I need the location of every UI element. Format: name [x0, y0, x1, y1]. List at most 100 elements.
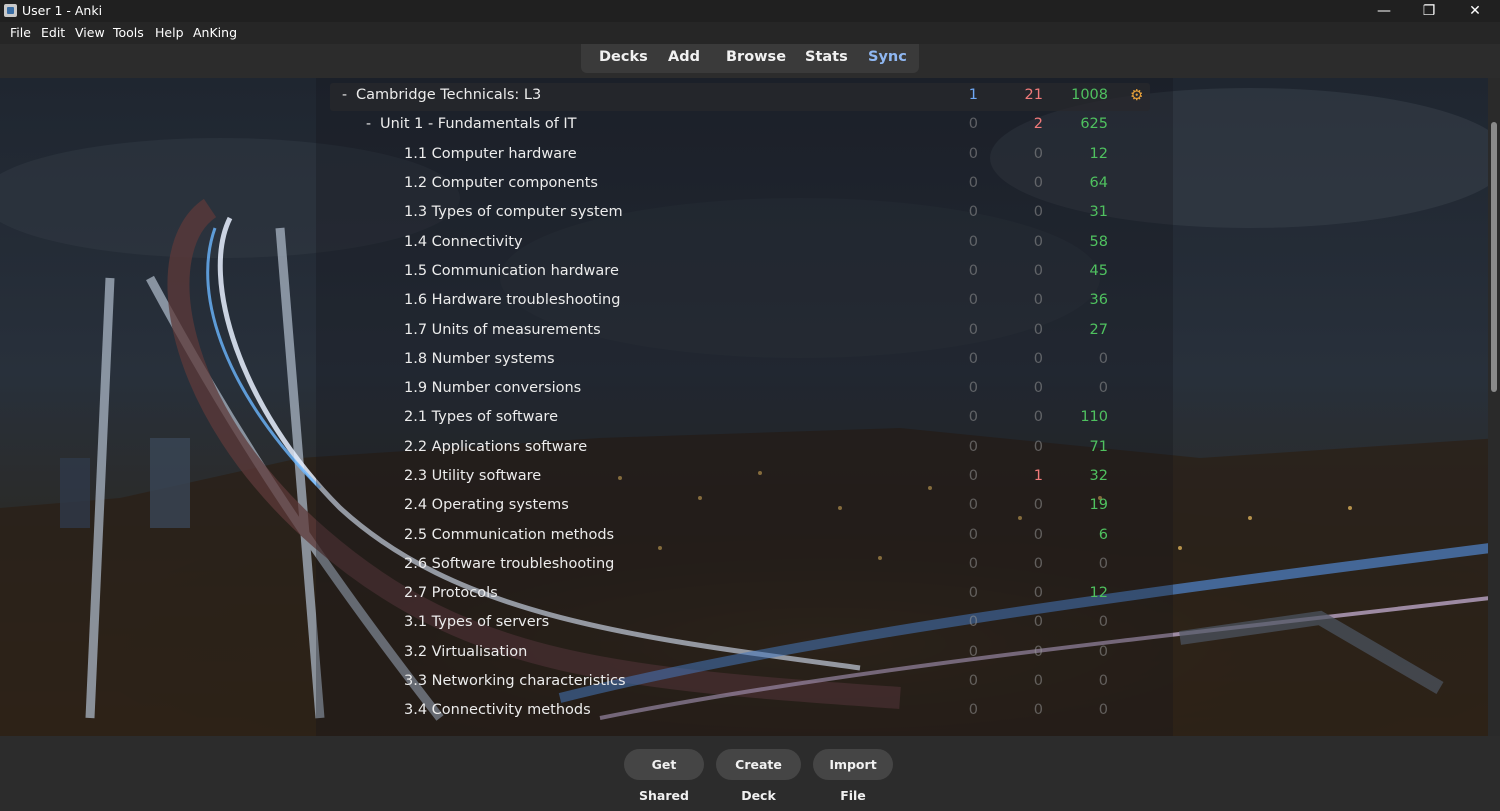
- import-file-button[interactable]: Import File: [813, 749, 893, 803]
- deck-row[interactable]: 2.2 Applications software 0 0 71: [330, 435, 1150, 463]
- deck-name[interactable]: 2.5 Communication methods: [404, 527, 614, 543]
- deck-name[interactable]: 1.8 Number systems: [404, 351, 555, 367]
- deck-row[interactable]: 2.4 Operating systems 0 0 19: [330, 493, 1150, 521]
- deck-name[interactable]: 3.3 Networking characteristics: [404, 673, 626, 689]
- review-count: 36: [1089, 292, 1108, 308]
- scrollbar-thumb[interactable]: [1491, 122, 1497, 392]
- review-count: 12: [1089, 585, 1108, 601]
- learn-count: 0: [1033, 673, 1043, 689]
- new-count: 0: [968, 468, 978, 484]
- deck-options-gear-icon[interactable]: ⚙: [1130, 86, 1143, 104]
- deck-name[interactable]: 1.1 Computer hardware: [404, 146, 577, 162]
- deck-row[interactable]: - Cambridge Technicals: L3 1 21 1008 ⚙: [330, 83, 1150, 111]
- deck-row[interactable]: 2.6 Software troubleshooting 0 0 0: [330, 552, 1150, 580]
- deck-name[interactable]: 3.2 Virtualisation: [404, 644, 527, 660]
- new-count: 1: [968, 87, 978, 103]
- minimize-icon[interactable]: —: [1361, 0, 1407, 22]
- review-count: 45: [1089, 263, 1108, 279]
- deck-row[interactable]: 1.2 Computer components 0 0 64: [330, 171, 1150, 199]
- learn-count: 0: [1033, 585, 1043, 601]
- deck-row[interactable]: - Unit 1 - Fundamentals of IT 0 2 625: [330, 112, 1150, 140]
- stats-button[interactable]: Stats: [805, 49, 848, 65]
- add-button[interactable]: Add: [668, 49, 700, 65]
- deck-name[interactable]: 2.2 Applications software: [404, 439, 587, 455]
- deck-row[interactable]: 1.3 Types of computer system 0 0 31: [330, 200, 1150, 228]
- deck-name[interactable]: 1.9 Number conversions: [404, 380, 581, 396]
- review-count: 110: [1080, 409, 1108, 425]
- menu-view[interactable]: View: [75, 25, 105, 40]
- review-count: 64: [1089, 175, 1108, 191]
- new-count: 0: [968, 292, 978, 308]
- new-count: 0: [968, 204, 978, 220]
- deck-name[interactable]: 2.1 Types of software: [404, 409, 558, 425]
- deck-name[interactable]: 1.4 Connectivity: [404, 234, 523, 250]
- learn-count: 0: [1033, 175, 1043, 191]
- sync-button[interactable]: Sync: [868, 49, 907, 65]
- review-count: 31: [1089, 204, 1108, 220]
- deck-row[interactable]: 1.5 Communication hardware 0 0 45: [330, 259, 1150, 287]
- deck-name[interactable]: 1.2 Computer components: [404, 175, 598, 191]
- toolbar-area: Decks Add Browse Stats Sync: [0, 44, 1500, 78]
- review-count: 71: [1089, 439, 1108, 455]
- new-count: 0: [968, 527, 978, 543]
- deck-name[interactable]: Cambridge Technicals: L3: [356, 87, 541, 103]
- review-count: 0: [1098, 380, 1108, 396]
- menu-file[interactable]: File: [10, 25, 31, 40]
- learn-count: 0: [1033, 644, 1043, 660]
- window-title: User 1 - Anki: [22, 3, 103, 18]
- close-icon[interactable]: ✕: [1452, 0, 1498, 22]
- deck-row[interactable]: 1.6 Hardware troubleshooting 0 0 36: [330, 288, 1150, 316]
- get-shared-button[interactable]: Get Shared: [624, 749, 704, 803]
- deck-row[interactable]: 2.3 Utility software 0 1 32: [330, 464, 1150, 492]
- review-count: 1008: [1071, 87, 1108, 103]
- new-count: 0: [968, 439, 978, 455]
- deck-name[interactable]: 2.6 Software troubleshooting: [404, 556, 614, 572]
- deck-name[interactable]: 1.6 Hardware troubleshooting: [404, 292, 620, 308]
- deck-name[interactable]: Unit 1 - Fundamentals of IT: [380, 116, 577, 132]
- deck-row[interactable]: 3.1 Types of servers 0 0 0: [330, 610, 1150, 638]
- learn-count: 0: [1033, 556, 1043, 572]
- new-count: 0: [968, 585, 978, 601]
- deck-row[interactable]: 3.2 Virtualisation 0 0 0: [330, 640, 1150, 668]
- new-count: 0: [968, 702, 978, 718]
- new-count: 0: [968, 175, 978, 191]
- anki-app-icon: [4, 4, 17, 17]
- deck-row[interactable]: 2.1 Types of software 0 0 110: [330, 405, 1150, 433]
- deck-row[interactable]: 1.8 Number systems 0 0 0: [330, 347, 1150, 375]
- deck-name[interactable]: 3.4 Connectivity methods: [404, 702, 591, 718]
- deck-row[interactable]: 1.4 Connectivity 0 0 58: [330, 230, 1150, 258]
- deck-row[interactable]: 2.7 Protocols 0 0 12: [330, 581, 1150, 609]
- deck-name[interactable]: 1.7 Units of measurements: [404, 322, 601, 338]
- deck-row[interactable]: 1.9 Number conversions 0 0 0: [330, 376, 1150, 404]
- collapse-toggle[interactable]: -: [342, 87, 347, 103]
- learn-count: 0: [1033, 614, 1043, 630]
- new-count: 0: [968, 322, 978, 338]
- scrollbar[interactable]: [1488, 78, 1500, 736]
- new-count: 0: [968, 644, 978, 660]
- deck-name[interactable]: 2.4 Operating systems: [404, 497, 569, 513]
- menu-anking[interactable]: AnKing: [193, 25, 237, 40]
- deck-row[interactable]: 1.1 Computer hardware 0 0 12: [330, 142, 1150, 170]
- review-count: 58: [1089, 234, 1108, 250]
- deck-row[interactable]: 3.3 Networking characteristics 0 0 0: [330, 669, 1150, 697]
- deck-name[interactable]: 2.3 Utility software: [404, 468, 541, 484]
- menu-edit[interactable]: Edit: [41, 25, 65, 40]
- browse-button[interactable]: Browse: [726, 49, 786, 65]
- restore-icon[interactable]: ❐: [1406, 0, 1452, 22]
- deck-name[interactable]: 3.1 Types of servers: [404, 614, 549, 630]
- deck-row[interactable]: 1.7 Units of measurements 0 0 27: [330, 318, 1150, 346]
- deck-row[interactable]: 3.4 Connectivity methods 0 0 0: [330, 698, 1150, 726]
- deck-name[interactable]: 2.7 Protocols: [404, 585, 498, 601]
- new-count: 0: [968, 380, 978, 396]
- collapse-toggle[interactable]: -: [366, 116, 371, 132]
- menu-help[interactable]: Help: [155, 25, 184, 40]
- deck-row[interactable]: 2.5 Communication methods 0 0 6: [330, 523, 1150, 551]
- menu-bar: File Edit View Tools Help AnKing: [0, 22, 1500, 44]
- review-count: 0: [1098, 644, 1108, 660]
- create-deck-button[interactable]: Create Deck: [716, 749, 801, 803]
- deck-name[interactable]: 1.3 Types of computer system: [404, 204, 623, 220]
- menu-tools[interactable]: Tools: [113, 25, 144, 40]
- deck-name[interactable]: 1.5 Communication hardware: [404, 263, 619, 279]
- decks-button[interactable]: Decks: [599, 49, 648, 65]
- learn-count: 1: [1033, 468, 1043, 484]
